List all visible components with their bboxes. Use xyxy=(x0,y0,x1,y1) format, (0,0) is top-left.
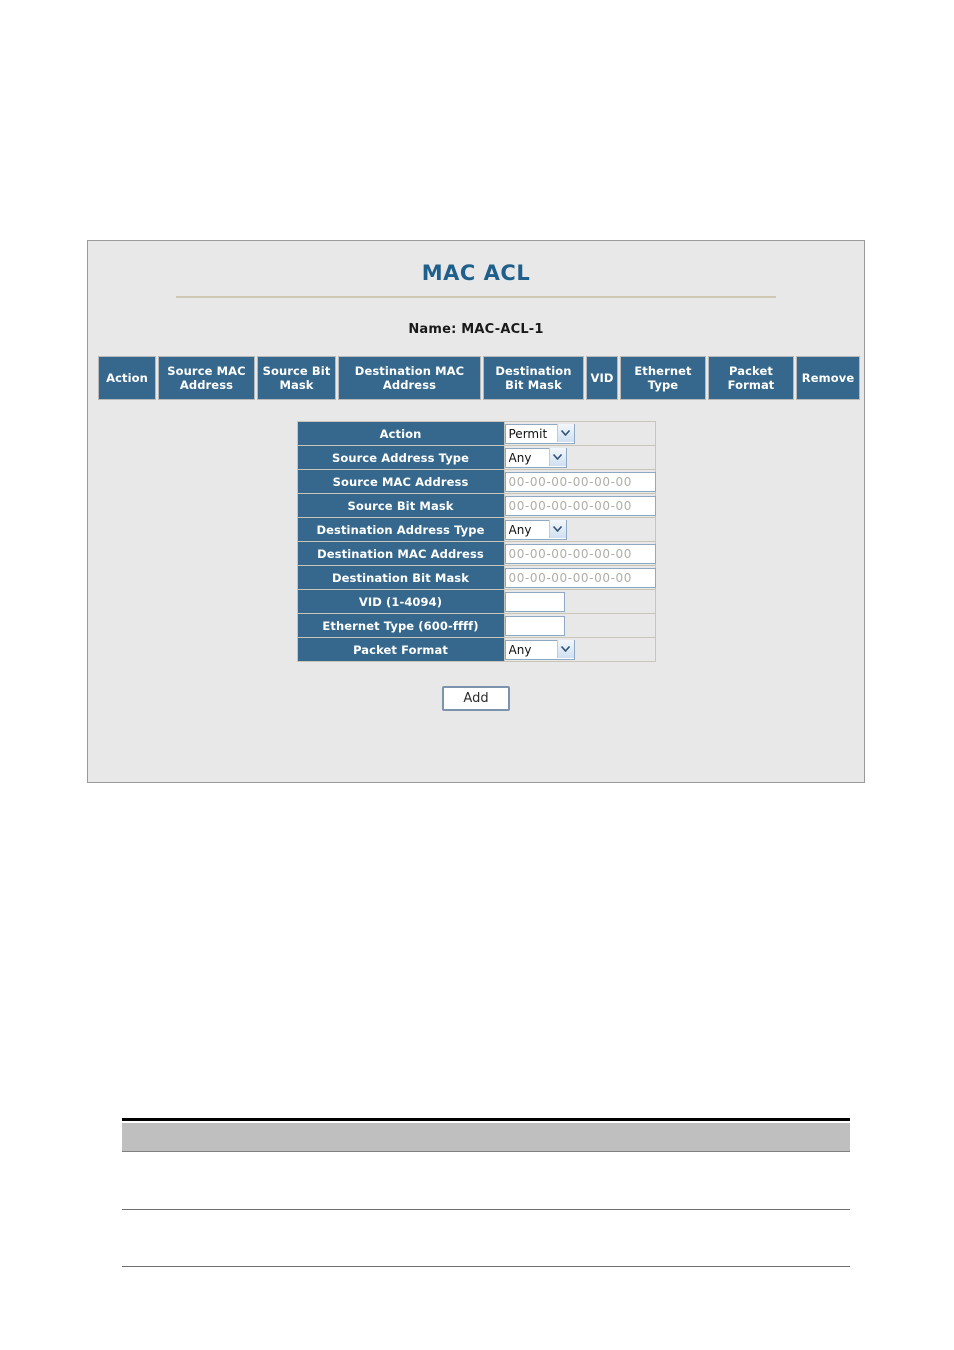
table-row xyxy=(122,1210,850,1267)
form-row: Destination Address TypeAnyUser Defined xyxy=(297,518,656,542)
field-label: Destination Bit Mask xyxy=(297,566,505,590)
table-row xyxy=(122,1152,850,1210)
form-row: Destination MAC Address xyxy=(297,542,656,566)
field-value-cell xyxy=(504,494,656,518)
field-value-cell xyxy=(504,542,656,566)
form-row: Packet FormatAnyUntagged-eth2Untagged-80… xyxy=(297,638,656,662)
acl-rule-table: Action Source MAC Address Source Bit Mask D… xyxy=(88,356,864,400)
field-label: Destination Address Type xyxy=(297,518,505,542)
field-value-cell: PermitDeny xyxy=(504,422,656,446)
form-row: ActionPermitDeny xyxy=(297,422,656,446)
form-row: Ethernet Type (600-ffff) xyxy=(297,614,656,638)
field-label: Source Address Type xyxy=(297,446,505,470)
form-row: Source MAC Address xyxy=(297,470,656,494)
column-header: Destination MAC Address xyxy=(338,356,481,400)
form-row: Source Address TypeAnyUser Defined xyxy=(297,446,656,470)
column-header: Packet Format xyxy=(708,356,794,400)
form-row: VID (1-4094) xyxy=(297,590,656,614)
field-value-cell: AnyUser Defined xyxy=(504,446,656,470)
column-header: Destination Bit Mask xyxy=(483,356,584,400)
column-header: Source Bit Mask xyxy=(257,356,336,400)
destination-address-type-select[interactable]: AnyUser Defined xyxy=(504,520,567,540)
page-title: MAC ACL xyxy=(421,261,531,285)
table-header-row: Action Source MAC Address Source Bit Mask D… xyxy=(98,356,860,400)
column-header: Remove xyxy=(796,356,860,400)
column-header: VID xyxy=(586,356,618,400)
column-header: Source MAC Address xyxy=(158,356,255,400)
ethernet-type-input[interactable] xyxy=(504,616,565,636)
table-top-border xyxy=(122,1118,850,1121)
form-row: Source Bit Mask xyxy=(297,494,656,518)
field-label: Ethernet Type (600-ffff) xyxy=(297,614,505,638)
source-mac-address-input[interactable] xyxy=(504,472,656,492)
field-value-cell xyxy=(504,590,656,614)
table-header-band xyxy=(122,1123,850,1152)
source-address-type-select[interactable]: AnyUser Defined xyxy=(504,448,567,468)
document-table xyxy=(122,1118,850,1267)
vid-input[interactable] xyxy=(504,592,565,612)
title-divider xyxy=(176,296,776,298)
column-header: Action xyxy=(98,356,156,400)
action-select[interactable]: PermitDeny xyxy=(504,424,575,444)
field-value-cell xyxy=(504,566,656,590)
acl-name-label: Name: MAC-ACL-1 xyxy=(408,322,544,337)
field-label: Destination MAC Address xyxy=(297,542,505,566)
field-label: VID (1-4094) xyxy=(297,590,505,614)
field-label: Source MAC Address xyxy=(297,470,505,494)
destination-mac-address-input[interactable] xyxy=(504,544,656,564)
add-button[interactable]: Add xyxy=(442,686,510,711)
field-label: Packet Format xyxy=(297,638,505,662)
column-header: Ethernet Type xyxy=(620,356,706,400)
destination-bit-mask-input[interactable] xyxy=(504,568,656,588)
field-value-cell: AnyUntagged-eth2Untagged-802.3Tagged-eth… xyxy=(504,638,656,662)
field-label: Action xyxy=(297,422,505,446)
source-bit-mask-input[interactable] xyxy=(504,496,656,516)
packet-format-select[interactable]: AnyUntagged-eth2Untagged-802.3Tagged-eth… xyxy=(504,640,575,660)
field-value-cell: AnyUser Defined xyxy=(504,518,656,542)
field-value-cell xyxy=(504,614,656,638)
acl-rule-form: ActionPermitDenySource Address TypeAnyUs… xyxy=(296,421,656,662)
form-row: Destination Bit Mask xyxy=(297,566,656,590)
field-value-cell xyxy=(504,470,656,494)
mac-acl-panel: MAC ACL Name: MAC-ACL-1 Action Source MAC… xyxy=(87,240,865,783)
field-label: Source Bit Mask xyxy=(297,494,505,518)
